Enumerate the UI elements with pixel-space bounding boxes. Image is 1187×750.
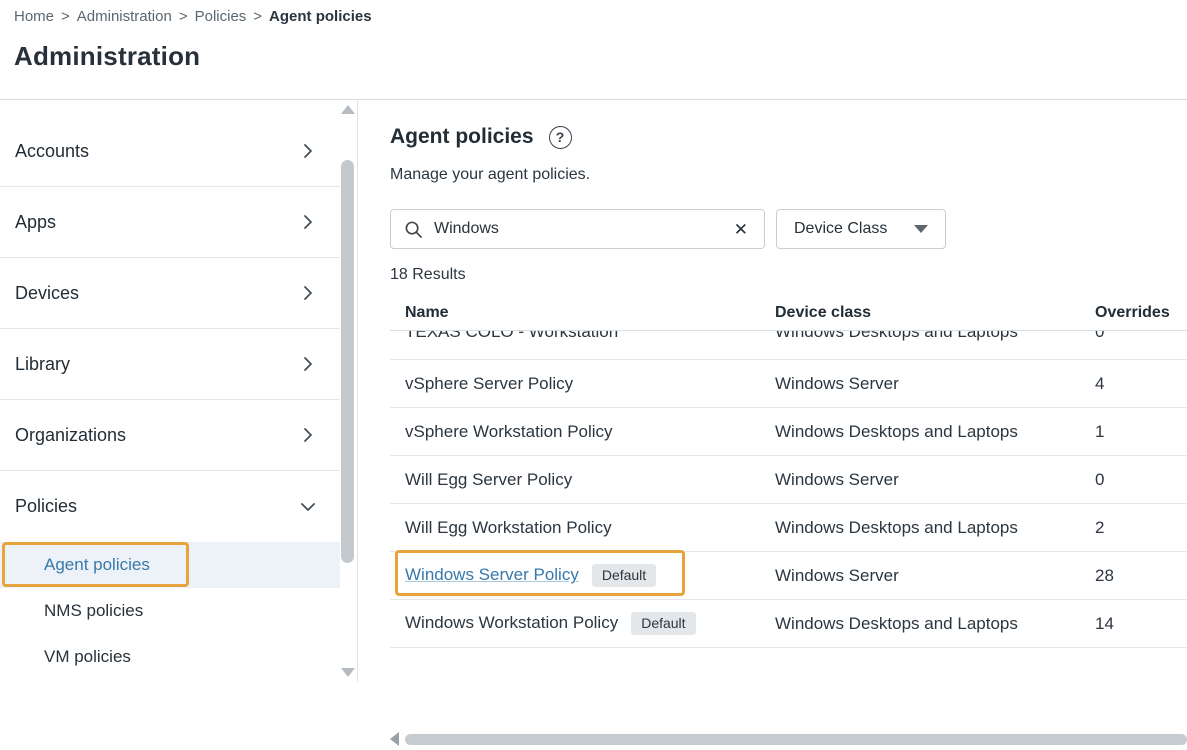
caret-down-icon bbox=[914, 225, 928, 233]
policy-overrides: 2 bbox=[1095, 518, 1187, 538]
column-header-name[interactable]: Name bbox=[390, 304, 775, 322]
page-header: Home > Administration > Policies > Agent… bbox=[0, 0, 1187, 100]
table-row-windows-server-policy[interactable]: Windows Server Policy Default Windows Se… bbox=[390, 551, 1187, 599]
table-header-row: Name Device class Overrides bbox=[390, 295, 1187, 330]
table-row[interactable]: vSphere Server Policy Windows Server 4 bbox=[390, 359, 1187, 407]
policy-name: vSphere Workstation Policy bbox=[390, 422, 775, 442]
default-badge: Default bbox=[631, 612, 695, 635]
sidebar-item-library[interactable]: Library bbox=[0, 329, 340, 400]
breadcrumb-separator: > bbox=[179, 8, 188, 25]
sidebar-item-apps[interactable]: Apps bbox=[0, 187, 340, 258]
sidebar-subitem-label: VM policies bbox=[44, 647, 131, 667]
device-class-dropdown[interactable]: Device Class bbox=[776, 209, 946, 249]
search-box: ✕ bbox=[390, 209, 765, 249]
horizontal-scrollbar[interactable] bbox=[390, 728, 1187, 750]
sidebar-subitem-label: Agent policies bbox=[44, 555, 150, 575]
sidebar-item-label: Accounts bbox=[15, 141, 89, 162]
policy-name: Will Egg Workstation Policy bbox=[390, 518, 775, 538]
policy-overrides: 4 bbox=[1095, 374, 1187, 394]
policy-name: Windows Workstation Policy bbox=[405, 613, 618, 633]
default-badge: Default bbox=[592, 564, 656, 587]
policy-name: Will Egg Server Policy bbox=[390, 470, 775, 490]
agent-policies-panel: Agent policies ? Manage your agent polic… bbox=[358, 100, 1187, 682]
sidebar-item-organizations[interactable]: Organizations bbox=[0, 400, 340, 471]
chevron-right-icon bbox=[300, 214, 316, 230]
breadcrumb-current: Agent policies bbox=[269, 8, 372, 25]
sidebar-scrollbar-thumb[interactable] bbox=[341, 160, 354, 563]
chevron-down-icon bbox=[300, 499, 316, 515]
sidebar-subitem-nms-policies[interactable]: NMS policies bbox=[0, 588, 340, 634]
chevron-right-icon bbox=[300, 143, 316, 159]
sidebar-scrollbar[interactable] bbox=[340, 100, 355, 682]
policy-device-class: Windows Server bbox=[775, 470, 1095, 490]
breadcrumb-administration[interactable]: Administration bbox=[77, 8, 172, 25]
section-heading: Agent policies bbox=[390, 125, 534, 149]
search-input[interactable] bbox=[434, 220, 730, 238]
sidebar-item-label: Apps bbox=[15, 212, 56, 233]
chevron-right-icon bbox=[300, 356, 316, 372]
policy-device-class: Windows Server bbox=[775, 374, 1095, 394]
horizontal-scrollbar-thumb[interactable] bbox=[405, 734, 1187, 745]
column-header-overrides[interactable]: Overrides bbox=[1095, 304, 1187, 322]
table-row-clipped[interactable]: TEXAS COLO - Workstation Windows Desktop… bbox=[390, 330, 1187, 359]
policies-table: Name Device class Overrides TEXAS COLO -… bbox=[390, 295, 1187, 648]
sidebar-subitem-agent-policies[interactable]: Agent policies bbox=[0, 542, 340, 588]
breadcrumb: Home > Administration > Policies > Agent… bbox=[14, 8, 1187, 25]
chevron-right-icon bbox=[300, 285, 316, 301]
scroll-left-arrow-icon[interactable] bbox=[390, 732, 399, 746]
sidebar-item-devices[interactable]: Devices bbox=[0, 258, 340, 329]
sidebar-item-label: Library bbox=[15, 354, 70, 375]
breadcrumb-separator: > bbox=[61, 8, 70, 25]
results-count: 18 Results bbox=[390, 266, 1187, 284]
sidebar-subitem-vm-policies[interactable]: VM policies bbox=[0, 634, 340, 680]
policy-device-class: Windows Desktops and Laptops bbox=[775, 330, 1095, 342]
sidebar-item-policies[interactable]: Policies bbox=[0, 471, 340, 542]
breadcrumb-policies[interactable]: Policies bbox=[195, 8, 247, 25]
column-header-device-class[interactable]: Device class bbox=[775, 304, 1095, 322]
policy-overrides: 14 bbox=[1095, 614, 1187, 634]
sidebar-item-label: Devices bbox=[15, 283, 79, 304]
breadcrumb-separator: > bbox=[253, 8, 262, 25]
breadcrumb-home[interactable]: Home bbox=[14, 8, 54, 25]
policy-device-class: Windows Desktops and Laptops bbox=[775, 614, 1095, 634]
table-row[interactable]: Will Egg Workstation Policy Windows Desk… bbox=[390, 503, 1187, 551]
scroll-up-arrow-icon[interactable] bbox=[341, 105, 355, 114]
clear-search-button[interactable]: ✕ bbox=[730, 219, 752, 240]
sidebar-item-label: Policies bbox=[15, 496, 77, 517]
policy-name: TEXAS COLO - Workstation bbox=[390, 330, 775, 342]
search-icon bbox=[404, 220, 423, 239]
admin-sidebar: Accounts Apps Devices Library bbox=[0, 100, 358, 682]
policy-device-class: Windows Server bbox=[775, 566, 1095, 586]
table-bottom-border bbox=[390, 647, 1187, 648]
sidebar-item-label: Organizations bbox=[15, 425, 126, 446]
scroll-down-arrow-icon[interactable] bbox=[341, 668, 355, 677]
device-class-dropdown-label: Device Class bbox=[794, 220, 887, 238]
section-subtitle: Manage your agent policies. bbox=[390, 166, 1187, 184]
policy-overrides: 0 bbox=[1095, 470, 1187, 490]
administration-page: Home > Administration > Policies > Agent… bbox=[0, 0, 1187, 682]
policy-device-class: Windows Desktops and Laptops bbox=[775, 518, 1095, 538]
policy-overrides: 28 bbox=[1095, 566, 1187, 586]
chevron-right-icon bbox=[300, 427, 316, 443]
policy-overrides: 1 bbox=[1095, 422, 1187, 442]
sidebar-subitem-label: NMS policies bbox=[44, 601, 143, 621]
table-row[interactable]: Windows Workstation Policy Default Windo… bbox=[390, 599, 1187, 647]
policy-overrides: 0 bbox=[1095, 330, 1187, 342]
policy-name-link[interactable]: Windows Server Policy bbox=[405, 565, 579, 585]
help-icon[interactable]: ? bbox=[549, 126, 572, 149]
table-row[interactable]: vSphere Workstation Policy Windows Deskt… bbox=[390, 407, 1187, 455]
sidebar-item-accounts[interactable]: Accounts bbox=[0, 116, 340, 187]
policy-name: vSphere Server Policy bbox=[390, 374, 775, 394]
page-title: Administration bbox=[14, 41, 1187, 72]
table-row[interactable]: Will Egg Server Policy Windows Server 0 bbox=[390, 455, 1187, 503]
policy-device-class: Windows Desktops and Laptops bbox=[775, 422, 1095, 442]
